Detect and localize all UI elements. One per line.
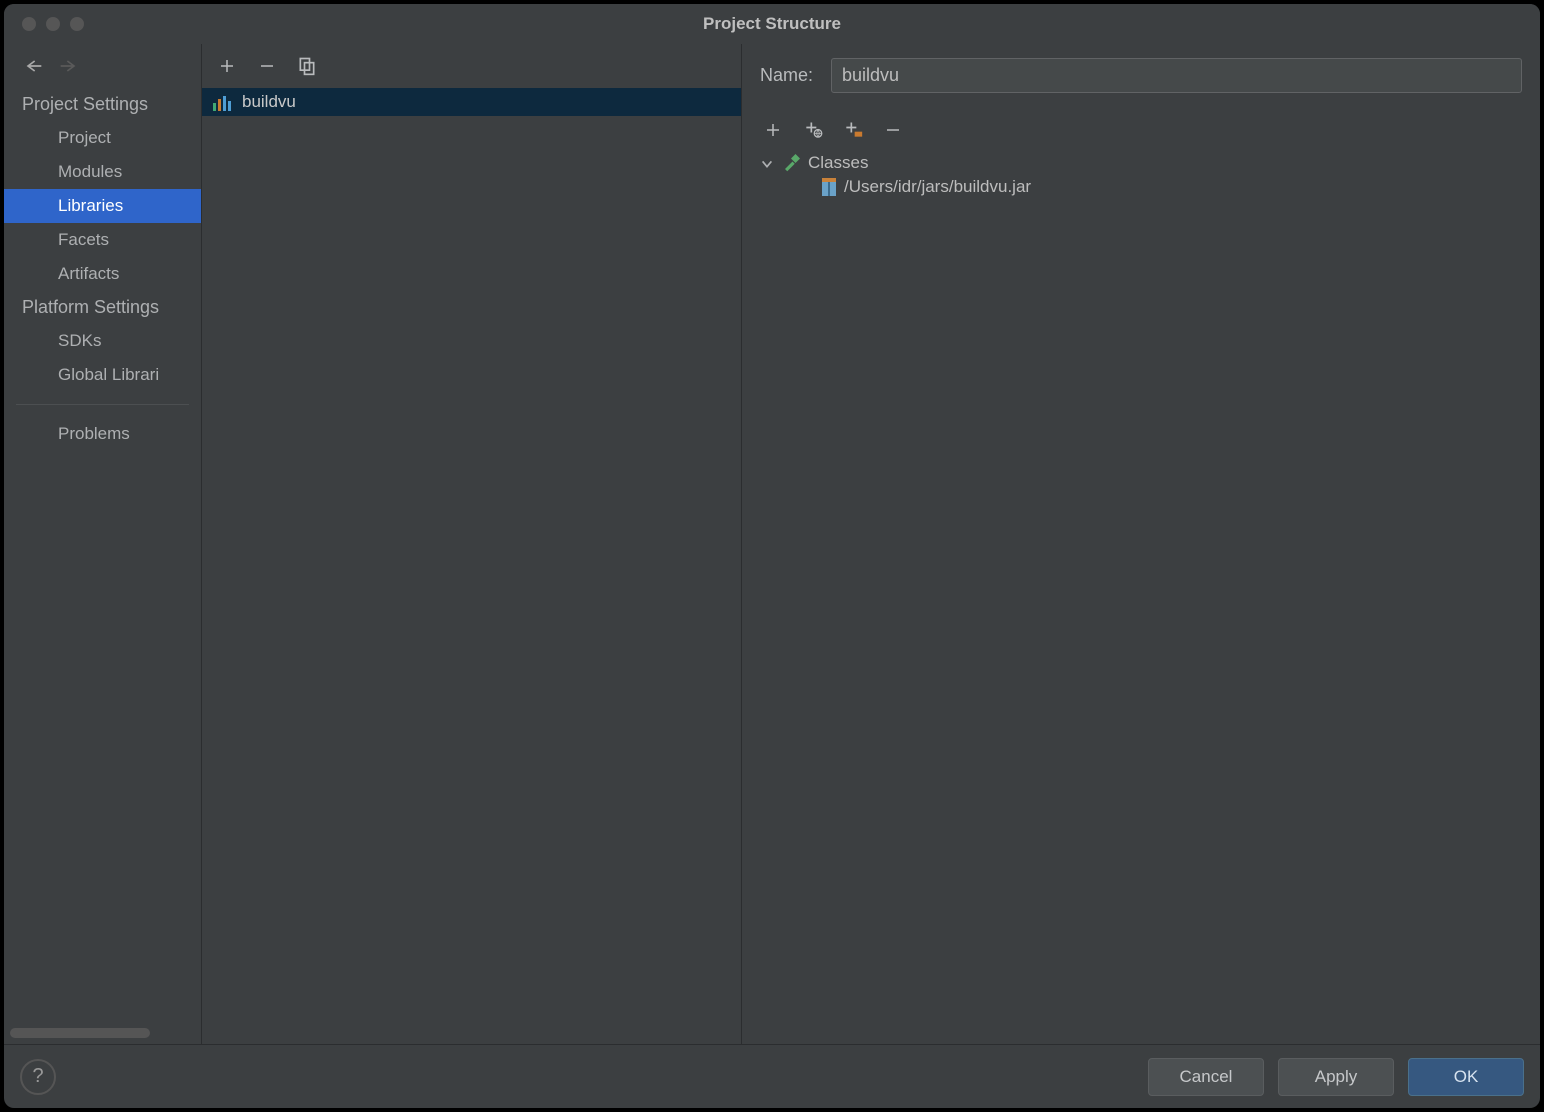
sidebar-item-sdks[interactable]: SDKs xyxy=(4,324,201,358)
library-list-item-label: buildvu xyxy=(242,92,296,112)
jar-icon xyxy=(822,178,836,196)
help-button[interactable]: ? xyxy=(20,1059,56,1095)
tree-node-label: Classes xyxy=(808,153,868,173)
nav-forward-button xyxy=(58,56,80,76)
library-list-toolbar xyxy=(202,44,741,88)
library-icon xyxy=(212,93,232,111)
sidebar-item-facets[interactable]: Facets xyxy=(4,223,201,257)
sidebar-item-libraries[interactable]: Libraries xyxy=(4,189,201,223)
sidebar-section-platform-settings: Platform Settings xyxy=(4,291,201,324)
window-title: Project Structure xyxy=(124,14,1420,34)
sidebar-section-project-settings: Project Settings xyxy=(4,88,201,121)
library-list-item[interactable]: buildvu xyxy=(202,88,741,116)
titlebar: Project Structure xyxy=(4,4,1540,44)
library-detail-panel: Name: xyxy=(742,44,1540,1044)
add-root-button[interactable] xyxy=(762,119,784,141)
apply-button[interactable]: Apply xyxy=(1278,1058,1394,1096)
sidebar: Project Settings Project Modules Librari… xyxy=(4,44,202,1044)
remove-root-button[interactable] xyxy=(882,119,904,141)
add-url-root-button[interactable] xyxy=(802,119,824,141)
sidebar-item-global-libraries[interactable]: Global Librari xyxy=(4,358,201,392)
sidebar-item-problems[interactable]: Problems xyxy=(4,417,201,451)
hammer-icon xyxy=(782,154,800,172)
sidebar-divider xyxy=(16,404,189,405)
name-label: Name: xyxy=(760,65,813,86)
nav-back-button[interactable] xyxy=(22,56,44,76)
chevron-down-icon xyxy=(760,157,774,171)
sidebar-item-modules[interactable]: Modules xyxy=(4,155,201,189)
zoom-window-button[interactable] xyxy=(70,17,84,31)
remove-library-button[interactable] xyxy=(256,55,278,77)
library-list-panel: buildvu xyxy=(202,44,742,1044)
sidebar-item-project[interactable]: Project xyxy=(4,121,201,155)
add-library-button[interactable] xyxy=(216,55,238,77)
add-folder-root-button[interactable] xyxy=(842,119,864,141)
window-controls xyxy=(4,17,124,31)
library-roots-tree: Classes /Users/idr/jars/buildvu.jar xyxy=(760,151,1522,199)
sidebar-item-artifacts[interactable]: Artifacts xyxy=(4,257,201,291)
project-structure-window: Project Structure Project Settings Proje… xyxy=(4,4,1540,1108)
library-roots-toolbar xyxy=(760,119,1522,141)
tree-node-jar[interactable]: /Users/idr/jars/buildvu.jar xyxy=(760,175,1522,199)
close-window-button[interactable] xyxy=(22,17,36,31)
tree-node-classes[interactable]: Classes xyxy=(760,151,1522,175)
ok-button[interactable]: OK xyxy=(1408,1058,1524,1096)
library-name-input[interactable] xyxy=(831,58,1522,93)
library-list: buildvu xyxy=(202,88,741,1044)
copy-library-button[interactable] xyxy=(296,55,318,77)
cancel-button[interactable]: Cancel xyxy=(1148,1058,1264,1096)
sidebar-scrollbar[interactable] xyxy=(10,1028,150,1038)
dialog-footer: ? Cancel Apply OK xyxy=(4,1044,1540,1108)
minimize-window-button[interactable] xyxy=(46,17,60,31)
tree-node-label: /Users/idr/jars/buildvu.jar xyxy=(844,177,1031,197)
